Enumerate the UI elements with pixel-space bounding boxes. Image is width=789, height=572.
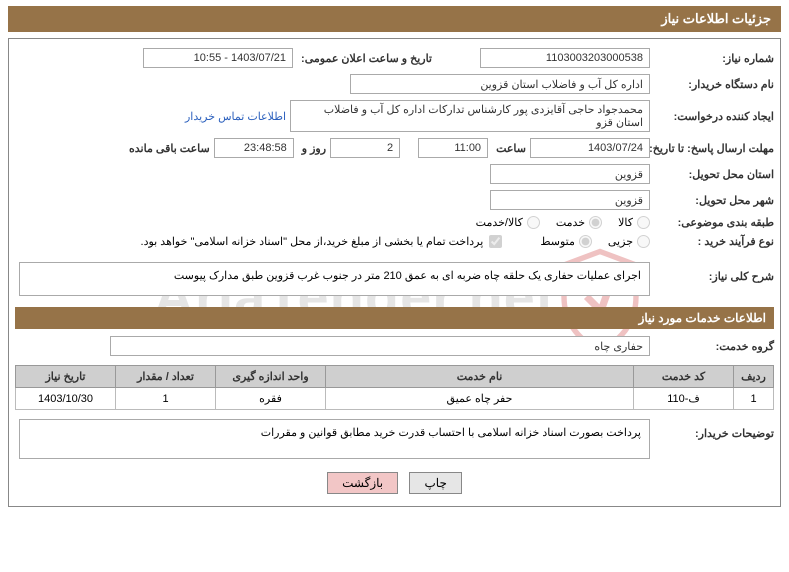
- action-bar: چاپ بازگشت: [15, 462, 774, 500]
- subject-opt-service[interactable]: خدمت: [556, 216, 602, 229]
- cell-name: حفر چاه عمیق: [326, 388, 634, 410]
- need-number-label: شماره نیاز:: [654, 52, 774, 65]
- subject-class-group: کالا خدمت کالا/خدمت: [476, 216, 650, 229]
- page-title: جزئیات اطلاعات نیاز: [8, 6, 781, 32]
- cell-code: ف-110: [634, 388, 734, 410]
- announce-datetime-label: تاریخ و ساعت اعلان عمومی:: [297, 52, 432, 65]
- details-frame: شماره نیاز: 1103003203000538 تاریخ و ساع…: [8, 38, 781, 507]
- remaining-days: 2: [330, 138, 400, 158]
- cell-qty: 1: [116, 388, 216, 410]
- deadline-time: 11:00: [418, 138, 488, 158]
- deadline-label: مهلت ارسال پاسخ: تا تاریخ:: [654, 142, 774, 155]
- service-group-label: گروه خدمت:: [654, 340, 774, 353]
- th-name: نام خدمت: [326, 366, 634, 388]
- th-code: کد خدمت: [634, 366, 734, 388]
- announce-datetime: 1403/07/21 - 10:55: [143, 48, 293, 68]
- cell-date: 1403/10/30: [16, 388, 116, 410]
- purchase-opt-minor[interactable]: جزیی: [608, 235, 650, 248]
- time-label: ساعت: [492, 142, 526, 155]
- subject-opt-goods[interactable]: کالا: [618, 216, 650, 229]
- purchase-type-label: نوع فرآیند خرید :: [654, 235, 774, 248]
- islamic-treasury-checkbox[interactable]: پرداخت تمام یا بخشی از مبلغ خرید،از محل …: [141, 235, 503, 248]
- th-date: تاریخ نیاز: [16, 366, 116, 388]
- purchase-opt-medium[interactable]: متوسط: [540, 235, 592, 248]
- buyer-note-label: توضیحات خریدار:: [654, 419, 774, 440]
- services-table: ردیف کد خدمت نام خدمت واحد اندازه گیری ت…: [15, 365, 774, 410]
- table-row: 1 ف-110 حفر چاه عمیق فقره 1 1403/10/30: [16, 388, 774, 410]
- need-number: 1103003203000538: [480, 48, 650, 68]
- buyer-org: اداره کل آب و فاضلاب استان قزوین: [350, 74, 650, 94]
- th-qty: تعداد / مقدار: [116, 366, 216, 388]
- islamic-treasury-note: پرداخت تمام یا بخشی از مبلغ خرید،از محل …: [141, 235, 484, 248]
- deadline-date: 1403/07/24: [530, 138, 650, 158]
- need-summary: اجرای عملیات حفاری یک حلقه چاه ضربه ای ب…: [19, 262, 650, 296]
- requester-label: ایجاد کننده درخواست:: [654, 110, 774, 123]
- buyer-org-label: نام دستگاه خریدار:: [654, 78, 774, 91]
- cell-unit: فقره: [216, 388, 326, 410]
- print-button[interactable]: چاپ: [409, 472, 461, 494]
- buyer-note: پرداخت بصورت اسناد خزانه اسلامی با احتسا…: [19, 419, 650, 459]
- delivery-city-label: شهر محل تحویل:: [654, 194, 774, 207]
- service-group: حفاری چاه: [110, 336, 650, 356]
- subject-opt-both[interactable]: کالا/خدمت: [476, 216, 540, 229]
- need-summary-label: شرح کلی نیاز:: [654, 262, 774, 283]
- delivery-province: قزوین: [490, 164, 650, 184]
- services-header: اطلاعات خدمات مورد نیاز: [15, 307, 774, 329]
- back-button[interactable]: بازگشت: [327, 472, 398, 494]
- subject-class-label: طبقه بندی موضوعی:: [654, 216, 774, 229]
- buyer-contact-link[interactable]: اطلاعات تماس خریدار: [185, 110, 286, 123]
- days-and: روز و: [298, 142, 326, 155]
- delivery-city: قزوین: [490, 190, 650, 210]
- requester: محمدجواد حاجی آقایزدی پور کارشناس تدارکا…: [290, 100, 650, 132]
- delivery-province-label: استان محل تحویل:: [654, 168, 774, 181]
- remaining-label: ساعت باقی مانده: [125, 142, 210, 155]
- remaining-time: 23:48:58: [214, 138, 294, 158]
- purchase-type-group: جزیی متوسط: [540, 235, 650, 248]
- th-row: ردیف: [734, 366, 774, 388]
- th-unit: واحد اندازه گیری: [216, 366, 326, 388]
- cell-row: 1: [734, 388, 774, 410]
